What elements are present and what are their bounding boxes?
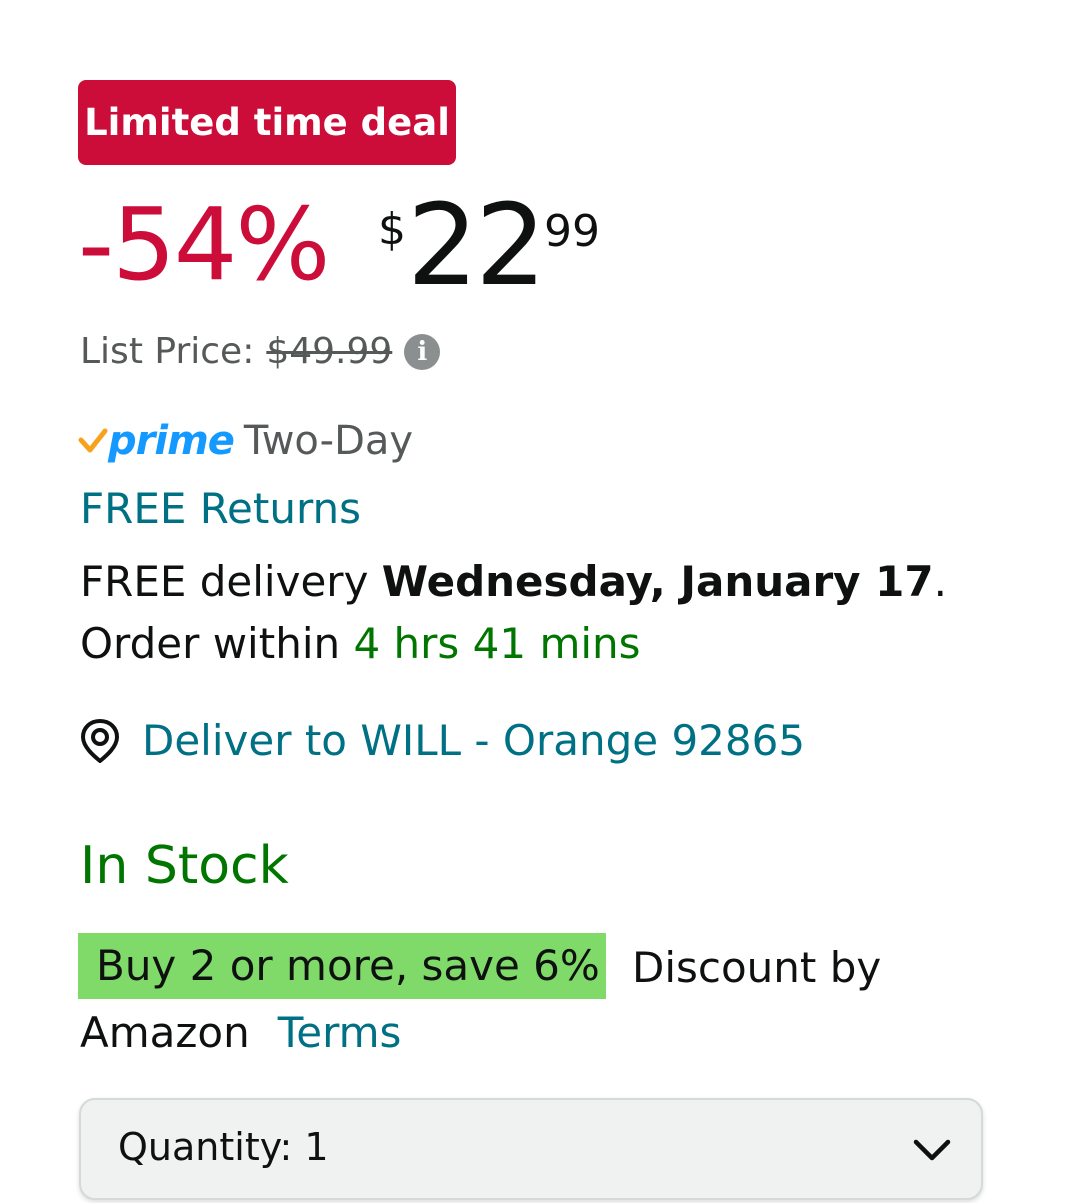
list-price-row: List Price: $49.99 i bbox=[80, 330, 441, 374]
prime-badge[interactable]: prime Two-Day bbox=[78, 416, 413, 466]
price-currency-symbol: $ bbox=[378, 204, 406, 255]
deliver-to-label: Deliver to WILL - Orange 92865 bbox=[142, 716, 806, 765]
location-pin-icon bbox=[80, 719, 120, 763]
promotion-text-part2: Amazon bbox=[80, 1008, 250, 1057]
prime-delivery-speed: Two-Day bbox=[243, 418, 414, 464]
list-price-label: List Price: bbox=[80, 331, 255, 372]
limited-time-deal-badge: Limited time deal bbox=[78, 80, 456, 165]
prime-logo-text: prime bbox=[108, 418, 235, 464]
order-within-label: Order within bbox=[80, 619, 341, 668]
quantity-value: 1 bbox=[304, 1125, 329, 1169]
delivery-prefix: FREE delivery bbox=[80, 557, 369, 606]
chevron-down-icon[interactable] bbox=[910, 1128, 954, 1172]
delivery-message: FREE delivery Wednesday, January 17. bbox=[80, 556, 947, 608]
buy-box: Limited time deal -54% $ 22 99 List Pric… bbox=[0, 0, 1071, 1203]
order-within-message: Order within 4 hrs 41 mins bbox=[80, 618, 641, 670]
delivery-date: Wednesday, January 17 bbox=[381, 557, 934, 606]
promotion-badge: Buy 2 or more, save 6% bbox=[78, 933, 606, 999]
terms-link[interactable]: Terms bbox=[278, 1008, 402, 1057]
quantity-label-text: Quantity: bbox=[118, 1125, 293, 1169]
stock-status: In Stock bbox=[80, 836, 289, 896]
delivery-suffix: . bbox=[933, 557, 947, 606]
promotion-text-line2: Amazon Terms bbox=[80, 1007, 401, 1059]
list-price-value: $49.99 bbox=[266, 331, 393, 372]
info-icon[interactable]: i bbox=[404, 334, 441, 370]
deliver-to-link[interactable]: Deliver to WILL - Orange 92865 bbox=[80, 714, 805, 768]
promotion-text-part1: Discount by bbox=[632, 943, 882, 992]
price-whole: 22 bbox=[407, 181, 547, 311]
prime-check-icon bbox=[78, 428, 108, 453]
discount-percentage: -54% bbox=[78, 186, 330, 303]
order-countdown: 4 hrs 41 mins bbox=[353, 619, 641, 668]
free-returns-link[interactable]: FREE Returns bbox=[80, 484, 361, 534]
price-fraction: 99 bbox=[544, 206, 600, 257]
quantity-label: Quantity: 1 bbox=[118, 1122, 329, 1172]
